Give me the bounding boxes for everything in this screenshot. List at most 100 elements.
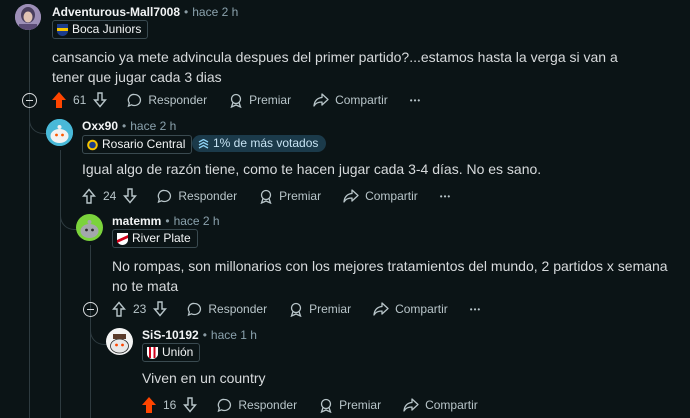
- vote-score: 23: [133, 302, 147, 316]
- share-button[interactable]: Compartir: [403, 398, 478, 412]
- reply-label: Responder: [148, 93, 208, 107]
- downvote-icon[interactable]: [183, 397, 198, 413]
- vote-group: 24: [82, 188, 138, 204]
- rosario-crest-icon: [87, 139, 98, 151]
- timestamp[interactable]: hace 2 h: [130, 119, 176, 133]
- reply-button[interactable]: Responder: [127, 93, 207, 108]
- flair-text: Unión: [162, 345, 194, 359]
- share-button[interactable]: Compartir: [343, 189, 418, 203]
- award-label: Premiar: [309, 302, 352, 316]
- comment-actions: 23 Responder Premiar Compartir •••: [112, 299, 503, 319]
- avatar[interactable]: [106, 328, 133, 355]
- reply-label: Responder: [178, 189, 238, 203]
- share-button[interactable]: Compartir: [373, 302, 448, 316]
- comment-body: No rompas, son millonarios con los mejor…: [112, 258, 668, 294]
- reply-button[interactable]: Responder: [217, 398, 297, 413]
- thread-line-oxx90[interactable]: [60, 150, 61, 418]
- thread-branch: [29, 105, 46, 134]
- more-button[interactable]: •••: [470, 305, 481, 314]
- avatar[interactable]: [46, 119, 73, 146]
- award-button[interactable]: Premiar: [289, 302, 351, 317]
- upvote-icon[interactable]: [142, 397, 156, 413]
- share-label: Compartir: [335, 93, 388, 107]
- share-icon: [373, 302, 389, 316]
- comment-actions: 61 Responder Premiar Compartir •••: [52, 90, 443, 110]
- award-button[interactable]: Premiar: [319, 398, 381, 413]
- thread-branch: [60, 205, 77, 230]
- reply-icon: [187, 302, 202, 317]
- user-flair: Unión: [142, 343, 201, 362]
- timestamp[interactable]: hace 2 h: [192, 5, 238, 19]
- reply-icon: [217, 398, 232, 413]
- share-label: Compartir: [425, 398, 478, 412]
- username[interactable]: SiS-10192: [142, 328, 199, 342]
- vote-score: 61: [73, 93, 87, 107]
- username[interactable]: Adventurous-Mall7008: [52, 5, 180, 19]
- more-icon: •••: [469, 304, 482, 314]
- comment-body: Viven en un country: [142, 370, 266, 386]
- river-crest-icon: [117, 232, 128, 245]
- upvote-icon[interactable]: [112, 301, 126, 317]
- award-label: Premiar: [249, 93, 292, 107]
- upvote-icon[interactable]: [52, 92, 66, 108]
- reply-icon: [157, 189, 172, 204]
- share-icon: [403, 398, 419, 412]
- award-icon: [319, 398, 333, 413]
- comment-header: SiS-10192 • hace 1 h: [142, 328, 257, 342]
- reply-button[interactable]: Responder: [157, 189, 237, 204]
- comment-body: cansancio ya mete advincula despues del …: [52, 49, 618, 85]
- downvote-icon[interactable]: [93, 92, 108, 108]
- more-button[interactable]: •••: [410, 96, 421, 105]
- avatar[interactable]: [76, 214, 103, 241]
- share-button[interactable]: Compartir: [313, 93, 388, 107]
- separator: •: [202, 328, 207, 342]
- timestamp[interactable]: hace 1 h: [211, 328, 257, 342]
- union-crest-icon: [147, 346, 158, 359]
- reply-label: Responder: [208, 302, 268, 316]
- timestamp[interactable]: hace 2 h: [174, 214, 220, 228]
- comment-header: Adventurous-Mall7008 • hace 2 h: [52, 5, 238, 19]
- avatar[interactable]: [15, 4, 41, 30]
- collapse-icon[interactable]: [22, 93, 37, 108]
- collapse-icon[interactable]: [83, 302, 98, 317]
- comment-header: matemm • hace 2 h: [112, 214, 220, 228]
- flair-text: Boca Juniors: [72, 22, 142, 36]
- thread-line-root[interactable]: [29, 28, 30, 418]
- separator: •: [122, 119, 127, 133]
- award-icon: [289, 302, 303, 317]
- vote-group: 61: [52, 92, 108, 108]
- award-button[interactable]: Premiar: [229, 93, 291, 108]
- downvote-icon[interactable]: [153, 301, 168, 317]
- user-flair: River Plate: [112, 229, 198, 248]
- share-icon: [343, 189, 359, 203]
- user-flair: Boca Juniors: [52, 20, 149, 39]
- vote-group: 23: [112, 301, 168, 317]
- upvote-icon[interactable]: [82, 188, 96, 204]
- more-icon: •••: [409, 95, 422, 105]
- badge-text: 1% de más votados: [213, 136, 319, 150]
- award-icon: [259, 189, 273, 204]
- more-icon: •••: [439, 191, 452, 201]
- reply-icon: [127, 93, 142, 108]
- comment-actions: 16 Responder Premiar Compartir: [142, 395, 500, 415]
- award-icon: [229, 93, 243, 108]
- reply-label: Responder: [238, 398, 298, 412]
- separator: •: [165, 214, 170, 228]
- share-label: Compartir: [395, 302, 448, 316]
- vote-group: 16: [142, 397, 198, 413]
- share-icon: [313, 93, 329, 107]
- vote-score: 16: [163, 398, 177, 412]
- flair-text: River Plate: [132, 231, 191, 245]
- username[interactable]: matemm: [112, 214, 161, 228]
- award-button[interactable]: Premiar: [259, 189, 321, 204]
- user-flair: Rosario Central: [82, 135, 193, 154]
- top-percent-badge: 1% de más votados: [192, 135, 327, 152]
- separator: •: [184, 5, 189, 19]
- thread-branch: [90, 318, 107, 345]
- more-button[interactable]: •••: [440, 192, 451, 201]
- username[interactable]: Oxx90: [82, 119, 118, 133]
- reply-button[interactable]: Responder: [187, 302, 267, 317]
- vote-score: 24: [103, 189, 117, 203]
- downvote-icon[interactable]: [123, 188, 138, 204]
- flair-text: Rosario Central: [102, 137, 186, 151]
